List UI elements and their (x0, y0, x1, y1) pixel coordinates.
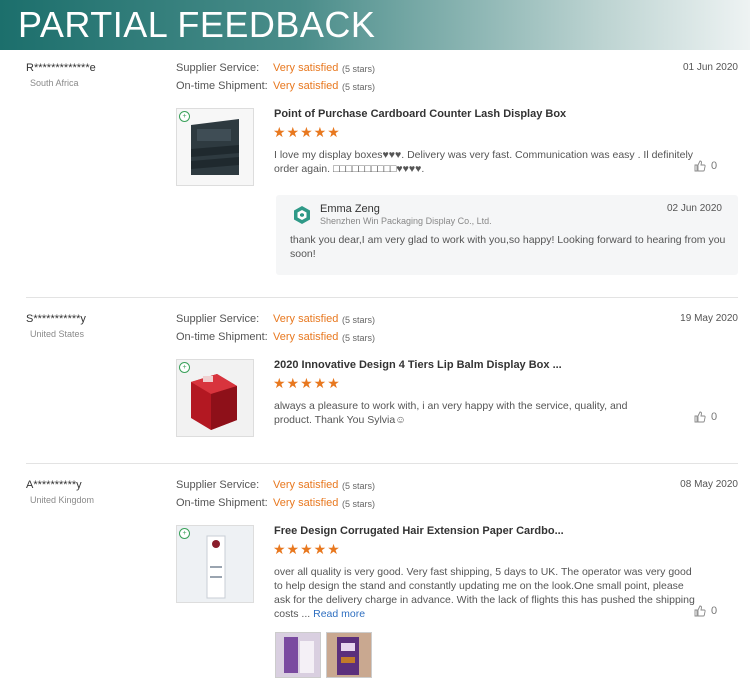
product-title[interactable]: Free Design Corrugated Hair Extension Pa… (274, 525, 564, 537)
review-photo-thumbnail[interactable] (275, 632, 321, 678)
supplier-service-label: Supplier Service: (176, 313, 260, 325)
buyer-name: R*************e (26, 62, 96, 74)
supplier-service-label: Supplier Service: (176, 62, 260, 74)
like-count: 0 (711, 411, 718, 424)
shipment-rating: Very satisfied (273, 80, 339, 92)
like-button[interactable]: 0 (694, 411, 717, 423)
supplier-rating: Very satisfied (273, 479, 339, 491)
shipment-stars-count: (5 stars) (342, 499, 376, 509)
review-comment-block: over all quality is very good. Very fast… (274, 565, 699, 621)
ontime-shipment-label: On-time Shipment: (176, 497, 268, 509)
buyer-country: United States (30, 329, 85, 339)
review-divider (26, 463, 738, 464)
buyer-name: A**********y (26, 479, 82, 491)
product-thumbnail[interactable]: + (176, 108, 254, 186)
lash-display-box-image (191, 119, 239, 175)
thumbs-up-icon (694, 160, 706, 172)
supplier-stars-count: (5 stars) (342, 64, 376, 74)
hair-extension-display-image (206, 535, 226, 599)
review-date: 08 May 2020 (680, 479, 738, 490)
lip-balm-display-box-image (191, 374, 237, 430)
feedback-banner: PARTIAL FEEDBACK (0, 0, 750, 50)
buyer-country: United Kingdom (30, 495, 95, 505)
supplier-stars-count: (5 stars) (342, 481, 376, 491)
reply-text: thank you dear,I am very glad to work wi… (290, 234, 726, 260)
like-count: 0 (711, 160, 718, 173)
buyer-name: S***********y (26, 313, 86, 325)
review-photo-2-image (327, 633, 371, 677)
supplier-stars-count: (5 stars) (342, 315, 376, 325)
shipment-rating: Very satisfied (273, 331, 339, 343)
shipment-stars-count: (5 stars) (342, 333, 376, 343)
supplier-logo-icon (294, 206, 310, 224)
review-date: 19 May 2020 (680, 313, 738, 324)
badge-icon: + (179, 362, 190, 373)
shipment-rating: Very satisfied (273, 497, 339, 509)
rating-stars: ★★★★★ (273, 124, 341, 140)
banner-title: PARTIAL FEEDBACK (18, 4, 376, 45)
like-count: 0 (711, 605, 718, 618)
review-item: A**********y United Kingdom Supplier Ser… (0, 479, 750, 679)
review-item: R*************e South Africa Supplier Se… (0, 62, 750, 292)
badge-icon: + (179, 111, 190, 122)
product-title[interactable]: Point of Purchase Cardboard Counter Lash… (274, 108, 566, 120)
review-comment: always a pleasure to work with, i an ver… (274, 400, 628, 426)
review-comment: I love my display boxes♥♥♥. Delivery was… (274, 149, 694, 175)
review-photo-1-image (276, 633, 320, 677)
thumbs-up-icon (694, 605, 706, 617)
product-title[interactable]: 2020 Innovative Design 4 Tiers Lip Balm … (274, 359, 562, 371)
reply-date: 02 Jun 2020 (666, 203, 722, 214)
ontime-shipment-label: On-time Shipment: (176, 331, 268, 343)
rating-stars: ★★★★★ (273, 541, 341, 557)
review-photo-thumbnail[interactable] (326, 632, 372, 678)
supplier-rating: Very satisfied (273, 313, 339, 325)
review-item: S***********y United States Supplier Ser… (0, 313, 750, 453)
badge-icon: + (179, 528, 190, 539)
thumbs-up-icon (694, 411, 706, 423)
ontime-shipment-label: On-time Shipment: (176, 80, 268, 92)
like-button[interactable]: 0 (694, 605, 717, 617)
supplier-service-label: Supplier Service: (176, 479, 260, 491)
rating-stars: ★★★★★ (273, 375, 341, 391)
review-divider (26, 297, 738, 298)
review-date: 01 Jun 2020 (682, 62, 738, 73)
read-more-link[interactable]: Read more (313, 608, 365, 620)
like-button[interactable]: 0 (694, 160, 717, 172)
supplier-reply: Emma Zeng Shenzhen Win Packaging Display… (276, 195, 738, 275)
product-thumbnail[interactable]: + (176, 525, 254, 603)
product-thumbnail[interactable]: + (176, 359, 254, 437)
supplier-rating: Very satisfied (273, 62, 339, 74)
reply-company: Shenzhen Win Packaging Display Co., Ltd. (320, 216, 492, 226)
shipment-stars-count: (5 stars) (342, 82, 376, 92)
buyer-country: South Africa (30, 78, 79, 88)
reply-author: Emma Zeng (320, 203, 380, 215)
